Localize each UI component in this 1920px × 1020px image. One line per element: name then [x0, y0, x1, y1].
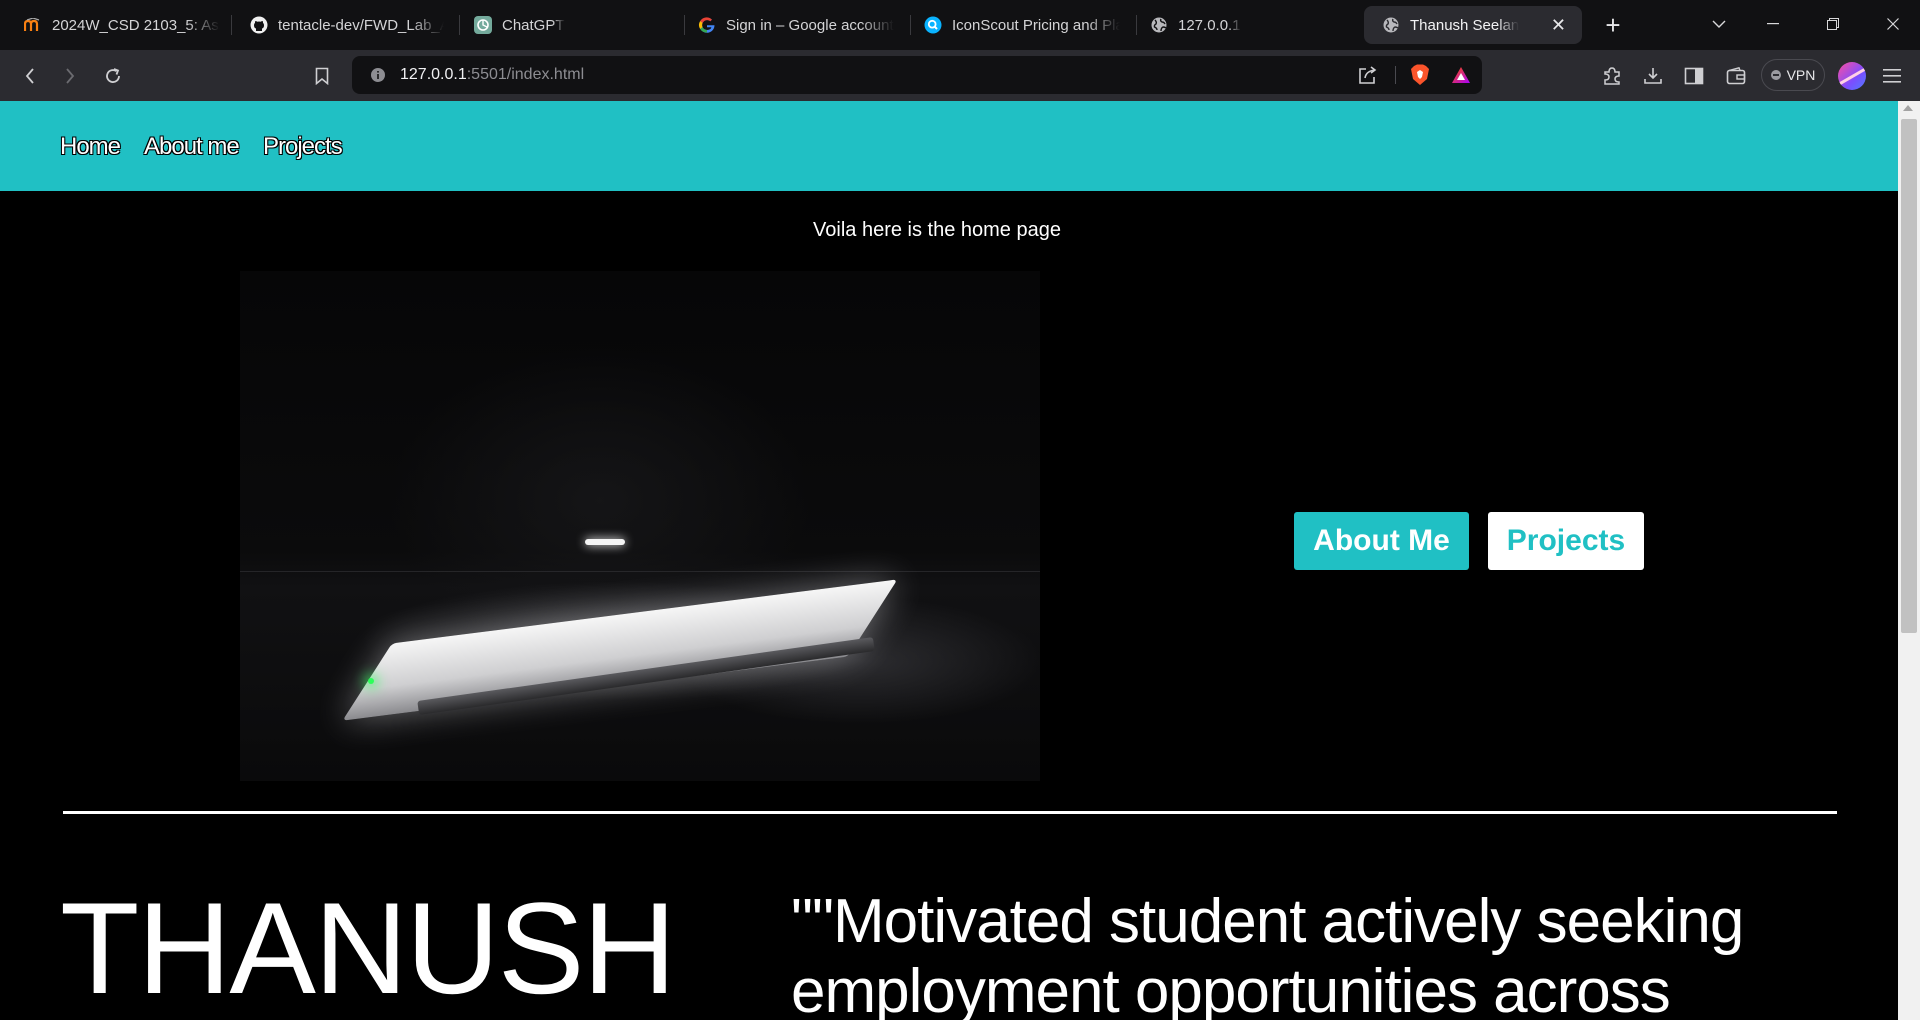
url-host: 127.0.0.1	[400, 66, 467, 83]
tab-label: tentacle-dev/FWD_Lab_As	[278, 16, 444, 34]
github-icon	[250, 16, 268, 34]
nav-home-link[interactable]: Home	[60, 133, 121, 161]
tab-search-chevron-icon[interactable]	[1696, 6, 1742, 42]
tab-label: Thanush Seelan	[1410, 16, 1520, 34]
iconscout-icon	[924, 16, 942, 34]
reload-icon[interactable]	[99, 62, 127, 90]
hero-name: THANUSH	[60, 875, 676, 1020]
wallet-icon[interactable]	[1722, 62, 1750, 90]
tab-label: ChatGPT	[502, 16, 565, 34]
home-caption: Voila here is the home page	[0, 219, 1898, 242]
globe-icon	[1150, 16, 1168, 34]
apple-logo-glow	[585, 539, 625, 545]
site-navbar: Home About me Projects	[0, 101, 1898, 191]
moodle-icon	[24, 16, 42, 34]
hero-quote: ""Motivated student actively seeking emp…	[791, 887, 1744, 1020]
profile-avatar[interactable]	[1838, 62, 1866, 90]
tab-label: 127.0.0.1	[1178, 16, 1241, 34]
close-tab-icon[interactable]: ✕	[1545, 15, 1572, 36]
section-divider	[63, 811, 1837, 814]
chatgpt-icon	[474, 16, 492, 34]
minimize-window-icon[interactable]	[1750, 6, 1796, 42]
vpn-button[interactable]: VPN	[1761, 59, 1825, 91]
address-bar-divider	[1395, 66, 1396, 84]
page-viewport: Home About me Projects Voila here is the…	[0, 101, 1898, 1020]
browser-toolbar: 127.0.0.1:5501/index.html VPN	[0, 50, 1920, 101]
hero-laptop-image	[240, 271, 1040, 781]
close-window-icon[interactable]	[1870, 6, 1916, 42]
tab-chatgpt[interactable]: ChatGPT	[456, 6, 678, 44]
new-tab-button[interactable]: +	[1597, 10, 1629, 40]
nav-about-link[interactable]: About me	[144, 133, 240, 161]
tab-moodle[interactable]: 2024W_CSD 2103_5: Assig	[6, 6, 230, 44]
home-caption-text: Voila here is the home page	[813, 219, 1061, 241]
scrollbar-thumb[interactable]	[1901, 119, 1917, 633]
vpn-label: VPN	[1786, 67, 1816, 83]
sidebar-icon[interactable]	[1680, 62, 1708, 90]
url-text[interactable]: 127.0.0.1:5501/index.html	[400, 66, 584, 84]
browser-tab-strip: 2024W_CSD 2103_5: Assig tentacle-dev/FWD…	[0, 0, 1920, 50]
about-me-button[interactable]: About Me	[1294, 512, 1469, 570]
url-path: :5501/index.html	[466, 66, 585, 83]
tab-iconscout[interactable]: IconScout Pricing and Pla	[906, 6, 1130, 44]
menu-icon[interactable]	[1878, 62, 1906, 90]
tab-google-signin[interactable]: Sign in – Google accounts	[680, 6, 904, 44]
tab-localhost[interactable]: 127.0.0.1	[1132, 6, 1356, 44]
share-icon[interactable]	[1354, 61, 1382, 89]
extensions-icon[interactable]	[1598, 62, 1626, 90]
tab-label: IconScout Pricing and Pla	[952, 16, 1120, 34]
tab-label: 2024W_CSD 2103_5: Assig	[52, 16, 220, 34]
nav-projects-link[interactable]: Projects	[263, 133, 343, 161]
address-bar[interactable]: 127.0.0.1:5501/index.html	[352, 56, 1482, 94]
page-scrollbar[interactable]	[1898, 101, 1920, 1020]
vpn-status-icon	[1770, 70, 1781, 80]
download-icon[interactable]	[1639, 62, 1667, 90]
bookmark-icon[interactable]	[308, 62, 336, 90]
desk-edge	[240, 571, 1040, 572]
globe-icon	[1382, 16, 1400, 34]
brave-shields-icon[interactable]	[1406, 61, 1434, 89]
scroll-up-arrow-icon[interactable]	[1903, 105, 1913, 111]
back-icon[interactable]	[16, 62, 44, 90]
forward-icon[interactable]	[56, 62, 84, 90]
restore-window-icon[interactable]	[1810, 6, 1856, 42]
tab-thanush-seelan[interactable]: Thanush Seelan ✕	[1364, 6, 1582, 44]
google-icon	[698, 16, 716, 34]
green-led-light	[368, 678, 374, 684]
site-info-icon[interactable]	[364, 61, 392, 89]
tab-label: Sign in – Google accounts	[726, 16, 894, 34]
projects-button[interactable]: Projects	[1488, 512, 1644, 570]
brave-rewards-icon[interactable]	[1447, 61, 1475, 89]
tab-github[interactable]: tentacle-dev/FWD_Lab_As	[232, 6, 454, 44]
